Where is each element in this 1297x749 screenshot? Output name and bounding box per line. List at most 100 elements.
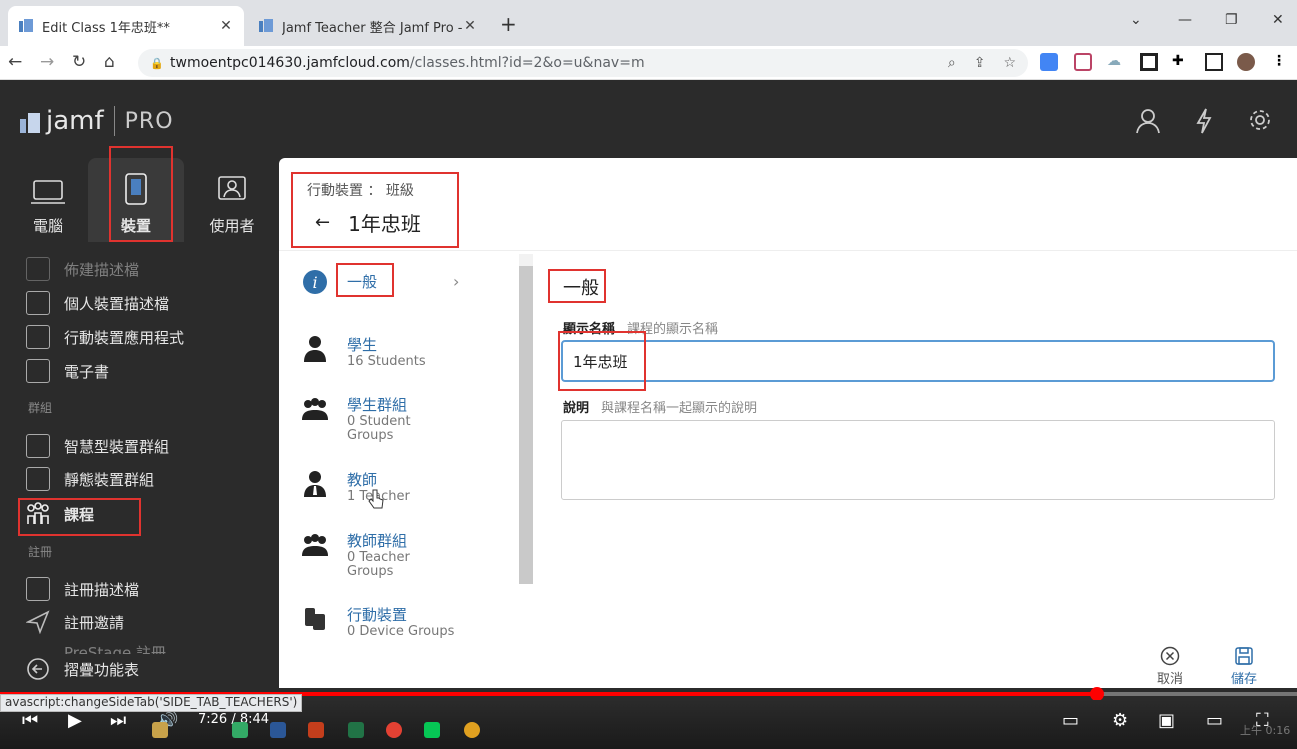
browser-tab-bar: Edit Class 1年忠班** ✕ Jamf Teacher 整合 Jamf… <box>0 0 1297 46</box>
teacher-group-icon <box>302 534 328 556</box>
tab-search-icon[interactable]: ⌄ <box>1130 12 1142 28</box>
chrome-menu-icon[interactable]: ⋮ <box>1272 53 1290 71</box>
jamf-favicon-icon <box>18 18 34 34</box>
theater-mode-icon[interactable]: ▭ <box>1206 710 1223 731</box>
cancel-button[interactable]: 取消 <box>1157 646 1183 687</box>
profile-icon <box>26 257 50 281</box>
notifications-bolt-icon[interactable] <box>1196 108 1212 138</box>
close-tab-icon[interactable]: ✕ <box>462 18 478 34</box>
close-window-icon[interactable]: ✕ <box>1272 12 1284 28</box>
minimize-icon[interactable]: — <box>1178 12 1192 28</box>
save-button[interactable]: 儲存 <box>1231 646 1257 687</box>
description-textarea[interactable] <box>561 420 1275 500</box>
smart-group-icon <box>26 434 50 458</box>
nav-static-device-groups[interactable]: 靜態裝置群組 <box>26 464 154 494</box>
static-group-icon <box>26 467 50 491</box>
edit-profile-icon <box>26 577 50 601</box>
category-computers[interactable]: 電腦 <box>0 158 96 242</box>
book-icon <box>26 359 50 383</box>
taskbar-chrome-canary-icon[interactable] <box>464 722 480 738</box>
side-panel-icon[interactable] <box>1205 53 1223 71</box>
logo-text: jamf <box>46 106 104 136</box>
nav-classes[interactable]: 課程 <box>26 499 94 529</box>
forward-icon[interactable]: → <box>40 52 54 72</box>
category-devices[interactable]: 裝置 <box>88 158 184 242</box>
side-tabs-scroll-thumb[interactable] <box>519 266 533 584</box>
jamf-logo-mark-icon <box>20 110 40 133</box>
taskbar-chrome-icon[interactable] <box>386 722 402 738</box>
previous-icon[interactable]: ⏮ <box>22 710 38 731</box>
display-name-input[interactable] <box>561 340 1275 382</box>
user-account-icon[interactable] <box>1136 108 1160 138</box>
jamf-header: jamf PRO <box>0 80 1297 158</box>
nav-ebooks[interactable]: 電子書 <box>26 356 109 386</box>
section-title: 一般 <box>563 278 599 299</box>
devices-icon <box>305 608 325 630</box>
puzzle-extensions-icon[interactable]: ✚ <box>1172 53 1190 71</box>
browser-tab[interactable]: Jamf Teacher 整合 Jamf Pro - Ja ✕ <box>248 6 488 46</box>
miniplayer-icon[interactable]: ▣ <box>1158 710 1175 731</box>
maximize-icon[interactable]: ❐ <box>1225 12 1238 28</box>
taskbar-excel-icon[interactable] <box>348 722 364 738</box>
side-tab-teacher-groups[interactable]: 教師群組 0 Teacher Groups <box>301 530 427 579</box>
description-label: 說明 與課程名稱一起顯示的說明 <box>563 401 758 416</box>
settings-gear-icon[interactable] <box>1248 108 1272 136</box>
home-icon[interactable]: ⌂ <box>104 52 115 72</box>
nav-personal-device-profiles[interactable]: 個人裝置描述檔 <box>26 288 169 318</box>
svg-text:i: i <box>312 273 317 292</box>
cloud-extension-icon[interactable]: ☁ <box>1107 53 1125 71</box>
next-icon[interactable]: ⏭ <box>110 710 126 731</box>
video-settings-icon[interactable]: ⚙ <box>1112 710 1128 731</box>
mobile-device-icon <box>125 173 147 205</box>
side-tab-mobile-devices[interactable]: 行動裝置 0 Device Groups <box>301 604 454 639</box>
collapse-menu-button[interactable]: 摺疊功能表 <box>26 654 266 684</box>
taskbar-line-icon[interactable] <box>424 722 440 738</box>
category-label: 使用者 <box>209 217 255 235</box>
browser-tab-active[interactable]: Edit Class 1年忠班** ✕ <box>8 6 244 46</box>
address-bar-row: ← → ↻ ⌂ 🔒 twmoentpc014630.jamfcloud.com /… <box>0 46 1297 80</box>
translate-extension-icon[interactable] <box>1040 53 1058 71</box>
student-group-icon <box>302 398 328 420</box>
qr-extension-icon[interactable] <box>1140 53 1158 71</box>
extension-icon[interactable] <box>1074 53 1092 71</box>
subtitles-icon[interactable]: ▭ <box>1062 710 1079 731</box>
nav-heading-groups: 群組 <box>28 401 53 415</box>
category-users[interactable]: 使用者 <box>184 158 280 242</box>
profile-avatar[interactable] <box>1237 53 1255 71</box>
url-host: twmoentpc014630.jamfcloud.com <box>170 55 410 71</box>
share-icon[interactable]: ⇪ <box>974 55 986 71</box>
reload-icon[interactable]: ↻ <box>72 52 86 72</box>
video-scrubber[interactable] <box>1090 687 1105 701</box>
hand-cursor-icon <box>368 489 384 509</box>
side-tab-general[interactable]: i 一般 › <box>301 268 471 296</box>
breadcrumb: 行動裝置 ： 班級 <box>307 183 414 199</box>
side-tab-teachers[interactable]: 教師 1 Teacher <box>301 469 410 504</box>
back-icon[interactable]: ← <box>8 52 22 72</box>
category-label: 電腦 <box>32 217 63 235</box>
lock-icon: 🔒 <box>150 57 164 70</box>
taskbar-word-icon[interactable] <box>270 722 286 738</box>
side-tab-students[interactable]: 學生 16 Students <box>301 334 426 369</box>
nav-smart-device-groups[interactable]: 智慧型裝置群組 <box>26 431 169 461</box>
page-title-row: ← 1年忠班 <box>315 208 421 237</box>
play-icon[interactable]: ▶ <box>68 710 82 731</box>
teacher-icon <box>304 471 326 497</box>
zoom-icon[interactable]: ⌕ <box>948 55 956 71</box>
computer-icon <box>31 180 65 204</box>
nav-mobile-apps[interactable]: 行動裝置應用程式 <box>26 322 184 352</box>
back-arrow-icon[interactable]: ← <box>315 212 330 233</box>
bookmark-star-icon[interactable]: ☆ <box>1003 55 1016 71</box>
cancel-circle-icon <box>1160 646 1180 666</box>
nav-enrollment-invitations[interactable]: 註冊邀請 <box>25 607 124 637</box>
users-icon <box>218 176 246 200</box>
nav-enrollment-profiles[interactable]: 註冊描述檔 <box>26 574 139 604</box>
nav-provisioning-profiles[interactable]: 佈建描述檔 <box>26 254 139 284</box>
jamf-logo[interactable]: jamf PRO <box>20 106 174 136</box>
taskbar-explorer-icon[interactable] <box>152 722 168 738</box>
side-tab-student-groups[interactable]: 學生群組 0 Student Groups <box>301 394 427 443</box>
taskbar-powerpoint-icon[interactable] <box>308 722 324 738</box>
taskbar-app-icon[interactable] <box>232 722 248 738</box>
url-field[interactable]: 🔒 twmoentpc014630.jamfcloud.com/classes.… <box>138 49 1028 77</box>
close-tab-icon[interactable]: ✕ <box>218 18 234 34</box>
new-tab-button[interactable]: + <box>500 12 517 36</box>
